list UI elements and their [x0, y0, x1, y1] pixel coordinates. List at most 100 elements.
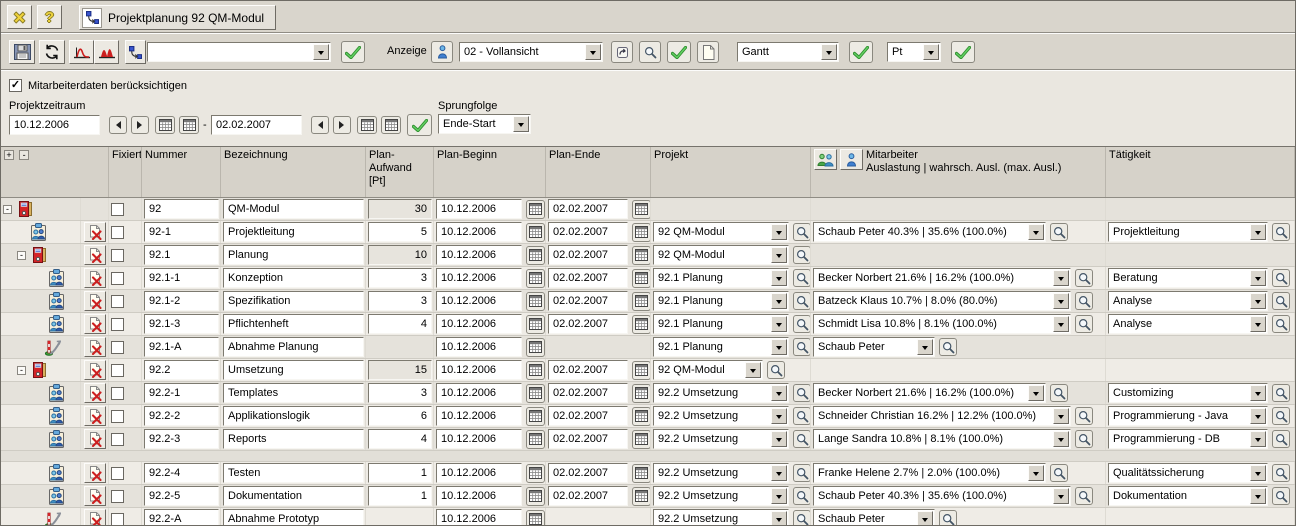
- projekt-select-dropdown-button[interactable]: [771, 339, 787, 355]
- nummer-field[interactable]: 92.2-1: [144, 383, 219, 403]
- delete-task-button[interactable]: [84, 245, 106, 265]
- projekt-select-dropdown-button[interactable]: [771, 431, 787, 447]
- apply-view-button[interactable]: [667, 41, 691, 63]
- projekt-search-button[interactable]: [793, 338, 811, 356]
- projekt-select[interactable]: 92.2 Umsetzung: [653, 406, 789, 426]
- plan-beginn-calendar-button[interactable]: [526, 223, 545, 242]
- apply-diagram-button[interactable]: [849, 41, 873, 63]
- projekt-select[interactable]: 92.1 Planung: [653, 291, 789, 311]
- date-to-calendar2-button[interactable]: [381, 116, 401, 134]
- taetigkeit-select-dropdown-button[interactable]: [1250, 224, 1266, 240]
- delete-task-button[interactable]: [84, 360, 106, 380]
- mitarbeiter-search-button[interactable]: [1075, 430, 1093, 448]
- mitarbeiter-search-button[interactable]: [1050, 223, 1068, 241]
- plan-aufwand-field[interactable]: 1: [368, 486, 432, 506]
- fixiert-checkbox[interactable]: [111, 364, 124, 377]
- delete-task-button[interactable]: [84, 406, 106, 426]
- plan-ende-calendar-button[interactable]: [632, 223, 651, 242]
- fixiert-checkbox[interactable]: [111, 490, 124, 503]
- date-to-calendar-button[interactable]: [357, 116, 377, 134]
- taetigkeit-select[interactable]: Customizing: [1108, 383, 1268, 403]
- mitarbeiter-select-dropdown-button[interactable]: [1028, 224, 1044, 240]
- projekt-search-button[interactable]: [793, 464, 811, 482]
- plan-beginn-field[interactable]: 10.12.2006: [436, 337, 522, 357]
- projekt-select[interactable]: 92.2 Umsetzung: [653, 383, 789, 403]
- taetigkeit-search-button[interactable]: [1272, 292, 1290, 310]
- fixiert-checkbox[interactable]: [111, 467, 124, 480]
- plan-beginn-calendar-button[interactable]: [526, 338, 545, 357]
- plan-ende-calendar-button[interactable]: [632, 361, 651, 380]
- delete-task-button[interactable]: [84, 337, 106, 357]
- nummer-field[interactable]: 92.1-1: [144, 268, 219, 288]
- projekt-select-dropdown-button[interactable]: [745, 362, 761, 378]
- bezeichnung-field[interactable]: Pflichtenheft: [223, 314, 364, 334]
- mitarbeiter-search-button[interactable]: [1050, 464, 1068, 482]
- date-from-prev-button[interactable]: [109, 116, 127, 134]
- bezeichnung-field[interactable]: QM-Modul: [223, 199, 364, 219]
- fixiert-checkbox[interactable]: [111, 410, 124, 423]
- reload-view-button[interactable]: [611, 41, 633, 63]
- mitarbeiter-select-dropdown-button[interactable]: [1053, 431, 1069, 447]
- plan-beginn-field[interactable]: 10.12.2006: [436, 509, 522, 525]
- projekt-select-dropdown-button[interactable]: [771, 224, 787, 240]
- projekt-select[interactable]: 92.1 Planung: [653, 314, 789, 334]
- person-view-button[interactable]: [431, 41, 453, 63]
- fixiert-checkbox[interactable]: [111, 295, 124, 308]
- mitarbeiter-select-dropdown-button[interactable]: [917, 511, 933, 525]
- taetigkeit-search-button[interactable]: [1272, 223, 1290, 241]
- projekt-search-button[interactable]: [793, 487, 811, 505]
- apply-unit-button[interactable]: [951, 41, 975, 63]
- mitarbeiter-select-dropdown-button[interactable]: [1053, 408, 1069, 424]
- date-to-prev-button[interactable]: [311, 116, 329, 134]
- plan-beginn-calendar-button[interactable]: [526, 384, 545, 403]
- projekt-search-button[interactable]: [793, 430, 811, 448]
- nummer-field[interactable]: 92.2-4: [144, 463, 219, 483]
- fixiert-checkbox[interactable]: [111, 387, 124, 400]
- plan-beginn-calendar-button[interactable]: [526, 246, 545, 265]
- plan-ende-field[interactable]: 02.02.2007: [548, 199, 628, 219]
- nummer-field[interactable]: 92.2-3: [144, 429, 219, 449]
- mitarbeiter-select-dropdown-button[interactable]: [1053, 488, 1069, 504]
- delete-task-button[interactable]: [84, 383, 106, 403]
- plan-ende-field[interactable]: 02.02.2007: [548, 429, 628, 449]
- nummer-field[interactable]: 92.2: [144, 360, 219, 380]
- nummer-field[interactable]: 92.2-5: [144, 486, 219, 506]
- mitarbeiter-search-button[interactable]: [1075, 487, 1093, 505]
- delete-task-button[interactable]: [84, 509, 106, 525]
- delete-task-button[interactable]: [84, 314, 106, 334]
- bezeichnung-field[interactable]: Templates: [223, 383, 364, 403]
- expand-all-button[interactable]: +: [4, 150, 14, 160]
- mitarbeiter-select-dropdown-button[interactable]: [1053, 316, 1069, 332]
- diagram-select-dropdown-button[interactable]: [821, 44, 837, 60]
- save-button[interactable]: [9, 40, 35, 64]
- projekt-select[interactable]: 92.2 Umsetzung: [653, 486, 789, 506]
- plan-beginn-calendar-button[interactable]: [526, 430, 545, 449]
- plan-ende-field[interactable]: 02.02.2007: [548, 268, 628, 288]
- fixiert-checkbox[interactable]: [111, 433, 124, 446]
- sprungfolge-dropdown-button[interactable]: [513, 116, 529, 132]
- taetigkeit-select[interactable]: Programmierung - Java: [1108, 406, 1268, 426]
- help-button[interactable]: ?: [37, 5, 62, 29]
- plan-beginn-calendar-button[interactable]: [526, 315, 545, 334]
- plan-beginn-calendar-button[interactable]: [526, 292, 545, 311]
- utilization-chart-button[interactable]: [69, 40, 94, 64]
- projekt-search-button[interactable]: [793, 315, 811, 333]
- projekt-search-button[interactable]: [793, 223, 811, 241]
- projekt-select[interactable]: 92.1 Planung: [653, 268, 789, 288]
- plan-beginn-field[interactable]: 10.12.2006: [436, 199, 522, 219]
- projekt-search-button[interactable]: [793, 510, 811, 525]
- plan-aufwand-field[interactable]: 5: [368, 222, 432, 242]
- view-select[interactable]: 02 - Vollansicht: [459, 42, 603, 62]
- plan-ende-calendar-button[interactable]: [632, 430, 651, 449]
- taetigkeit-select-dropdown-button[interactable]: [1250, 385, 1266, 401]
- taetigkeit-select-dropdown-button[interactable]: [1250, 488, 1266, 504]
- project-select-icon-button[interactable]: [125, 40, 146, 64]
- mitarbeiter-search-button[interactable]: [939, 510, 957, 525]
- plan-beginn-field[interactable]: 10.12.2006: [436, 268, 522, 288]
- plan-ende-calendar-button[interactable]: [632, 464, 651, 483]
- nummer-field[interactable]: 92-1: [144, 222, 219, 242]
- taetigkeit-select-dropdown-button[interactable]: [1250, 431, 1266, 447]
- taetigkeit-select-dropdown-button[interactable]: [1250, 316, 1266, 332]
- plan-ende-calendar-button[interactable]: [632, 269, 651, 288]
- taetigkeit-select-dropdown-button[interactable]: [1250, 408, 1266, 424]
